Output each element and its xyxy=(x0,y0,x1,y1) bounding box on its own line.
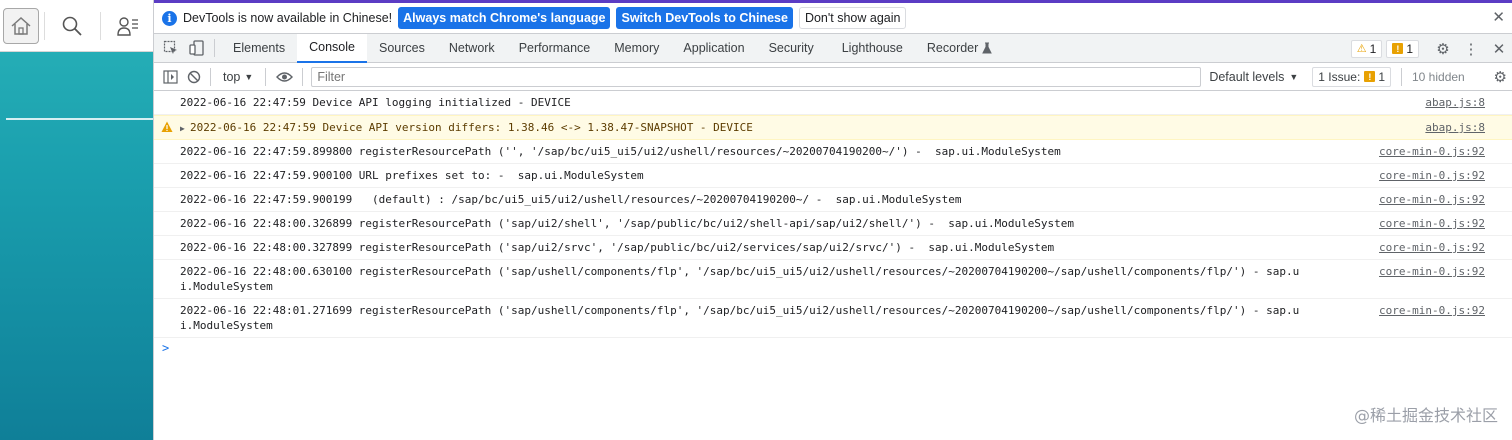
app-side-panel xyxy=(0,0,153,440)
user-menu-icon xyxy=(117,17,138,36)
source-link[interactable]: core-min-0.js:92 xyxy=(1379,264,1485,279)
flask-icon xyxy=(982,42,993,54)
log-levels-label: Default levels xyxy=(1209,69,1285,84)
log-levels-dropdown[interactable]: Default levels ▼ xyxy=(1209,70,1298,84)
source-link[interactable]: core-min-0.js:92 xyxy=(1379,144,1485,159)
source-link[interactable]: abap.js:8 xyxy=(1425,95,1485,110)
dropdown-arrow-icon: ▼ xyxy=(1289,71,1299,82)
source-link[interactable]: abap.js:8 xyxy=(1425,120,1485,135)
context-selector[interactable]: top ▼ xyxy=(215,70,261,84)
message-text: 2022-06-16 22:47:59 Device API logging i… xyxy=(180,96,571,109)
tab-sources[interactable]: Sources xyxy=(367,34,437,63)
home-button[interactable] xyxy=(3,8,39,44)
warnings-count: 1 xyxy=(1369,41,1377,56)
source-link[interactable]: core-min-0.js:92 xyxy=(1379,192,1485,207)
tab-recorder[interactable]: Recorder xyxy=(915,34,996,63)
panel-divider-line xyxy=(6,118,153,120)
issues-button[interactable]: 1 Issue: ! 1 xyxy=(1312,66,1391,87)
divider xyxy=(100,12,101,40)
console-message: 2022-06-16 22:47:59.900100 URL prefixes … xyxy=(154,164,1512,188)
search-icon xyxy=(62,16,82,36)
tab-recorder-label: Recorder xyxy=(926,41,979,55)
live-expression-eye-icon[interactable] xyxy=(270,64,298,90)
divider xyxy=(44,12,45,40)
warning-icon xyxy=(161,121,173,132)
info-icon: i xyxy=(162,10,177,26)
console-message: 2022-06-16 22:47:59 Device API logging i… xyxy=(154,91,1512,115)
message-text: 2022-06-16 22:48:01.271699 registerResou… xyxy=(180,304,1300,332)
hidden-messages-count: 10 hidden xyxy=(1401,67,1465,86)
message-text: 2022-06-16 22:48:00.326899 registerResou… xyxy=(180,217,1075,230)
language-infobar: i DevTools is now available in Chinese! … xyxy=(154,3,1512,34)
message-text: 2022-06-16 22:47:59.900100 URL prefixes … xyxy=(180,169,644,182)
message-text: 2022-06-16 22:47:59.900199 (default) : /… xyxy=(180,193,962,206)
devtools-panel: i DevTools is now available in Chinese! … xyxy=(153,0,1512,440)
inspect-element-icon[interactable] xyxy=(158,34,184,62)
search-button[interactable] xyxy=(54,8,90,44)
switch-to-chinese-button[interactable]: Switch DevTools to Chinese xyxy=(616,7,793,29)
tab-network[interactable]: Network xyxy=(437,34,507,63)
source-link[interactable]: core-min-0.js:92 xyxy=(1379,240,1485,255)
tab-memory[interactable]: Memory xyxy=(602,34,671,63)
infobar-message: DevTools is now available in Chinese! xyxy=(183,11,393,25)
console-message: 2022-06-16 22:48:00.630100 registerResou… xyxy=(154,260,1512,299)
tab-console[interactable]: Console xyxy=(297,33,367,63)
expand-triangle-icon[interactable]: ▶ xyxy=(180,121,185,136)
device-toolbar-icon[interactable] xyxy=(184,34,210,62)
console-prompt[interactable]: > xyxy=(154,338,1512,358)
tab-performance[interactable]: Performance xyxy=(507,34,603,63)
issues-count: 1 xyxy=(1378,69,1385,84)
console-message: 2022-06-16 22:47:59.899800 registerResou… xyxy=(154,140,1512,164)
app-top-bar xyxy=(0,0,153,52)
issues-badge[interactable]: ! 1 xyxy=(1386,39,1419,58)
console-settings-gear-icon[interactable]: ⚙ xyxy=(1494,68,1507,86)
user-menu-button[interactable] xyxy=(110,8,146,44)
tab-lighthouse[interactable]: Lighthouse xyxy=(826,34,915,63)
console-message: 2022-06-16 22:48:00.327899 registerResou… xyxy=(154,236,1512,260)
tab-elements[interactable]: Elements xyxy=(221,34,297,63)
show-sidebar-icon[interactable] xyxy=(158,64,182,90)
message-text: 2022-06-16 22:48:00.327899 registerResou… xyxy=(180,241,1055,254)
console-filter-input[interactable] xyxy=(311,66,1202,87)
console-messages: 2022-06-16 22:47:59 Device API logging i… xyxy=(154,91,1512,358)
source-link[interactable]: core-min-0.js:92 xyxy=(1379,216,1485,231)
console-toolbar: top ▼ Default levels ▼ 1 Issue: ! 1 10 h… xyxy=(154,63,1512,91)
clear-console-icon[interactable] xyxy=(182,64,206,90)
settings-gear-icon[interactable]: ⚙ xyxy=(1429,35,1457,63)
tab-application[interactable]: Application xyxy=(671,34,756,63)
watermark: @稀土掘金技术社区 xyxy=(1353,406,1498,425)
source-link[interactable]: core-min-0.js:92 xyxy=(1379,303,1485,318)
console-warning-message: ▶ 2022-06-16 22:47:59 Device API version… xyxy=(154,115,1512,140)
message-text: 2022-06-16 22:47:59.899800 registerResou… xyxy=(180,145,1061,158)
issues-count: 1 xyxy=(1406,41,1413,56)
devtools-tab-bar: Elements Console Sources Network Perform… xyxy=(154,33,1512,63)
close-devtools-icon[interactable]: ✕ xyxy=(1485,35,1512,63)
source-link[interactable]: core-min-0.js:92 xyxy=(1379,168,1485,183)
divider xyxy=(265,67,267,86)
divider xyxy=(210,67,211,86)
dropdown-arrow-icon: ▼ xyxy=(244,71,254,82)
dont-show-again-button[interactable]: Don't show again xyxy=(798,7,907,29)
warnings-badge[interactable]: ⚠ 1 xyxy=(1350,39,1383,58)
issues-label: 1 Issue: xyxy=(1318,69,1361,84)
divider xyxy=(302,67,304,86)
tab-bar-right-controls: ⚠ 1 ! 1 ⚙ ⋮ ✕ xyxy=(1350,34,1512,63)
more-options-icon[interactable]: ⋮ xyxy=(1457,35,1485,63)
divider xyxy=(214,39,215,57)
context-selector-value: top xyxy=(223,69,241,84)
message-text: 2022-06-16 22:48:00.630100 registerResou… xyxy=(180,265,1300,293)
message-text: 2022-06-16 22:47:59 Device API version d… xyxy=(190,121,753,134)
home-icon xyxy=(11,16,31,35)
issue-flag-icon: ! xyxy=(1364,71,1376,82)
tab-security[interactable]: Security xyxy=(757,34,826,63)
always-match-language-button[interactable]: Always match Chrome's language xyxy=(398,7,611,29)
console-message: 2022-06-16 22:48:00.326899 registerResou… xyxy=(154,212,1512,236)
close-infobar-icon[interactable]: ✕ xyxy=(1492,8,1505,26)
console-message: 2022-06-16 22:48:01.271699 registerResou… xyxy=(154,299,1512,338)
issue-flag-icon: ! xyxy=(1392,43,1404,54)
prompt-chevron-icon: > xyxy=(162,341,170,355)
warning-icon: ⚠ xyxy=(1356,43,1367,55)
console-message: 2022-06-16 22:47:59.900199 (default) : /… xyxy=(154,188,1512,212)
